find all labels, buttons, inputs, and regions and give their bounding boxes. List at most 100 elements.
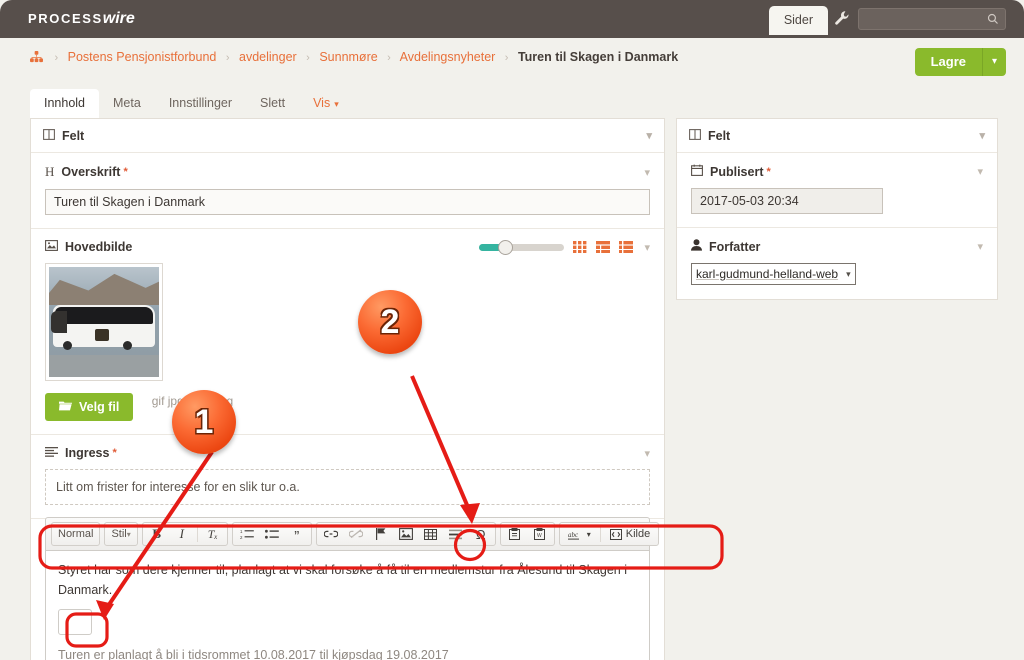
breadcrumb-item-0[interactable]: Postens Pensjonistforbund [68, 50, 217, 64]
field-overskrift: H Overskrift * ▾ [31, 153, 664, 229]
style-dropdown[interactable]: Stil ▾ [104, 522, 138, 546]
source-label: Kilde [625, 528, 651, 540]
overskrift-input[interactable] [45, 189, 650, 215]
breadcrumb-separator: › [225, 52, 230, 64]
publisert-input[interactable] [691, 188, 883, 214]
tab-slett[interactable]: Slett [246, 89, 299, 118]
chevron-down-icon[interactable]: ▾ [644, 241, 650, 254]
masthead: PROCESSwire Sider [0, 0, 1024, 38]
logo-text-process: PROCESS [28, 11, 103, 26]
list-left-view-icon[interactable] [596, 241, 611, 253]
image-icon [45, 240, 58, 254]
field-forfatter-label: Forfatter [709, 239, 761, 254]
right-panel-title: Felt [708, 128, 731, 143]
style-dropdown-label: Stil [111, 528, 127, 540]
chevron-down-icon[interactable]: ▾ [982, 48, 1006, 76]
left-panel-title: Felt [62, 128, 85, 143]
bulleted-list-icon[interactable] [260, 523, 284, 545]
hovedbilde-thumbnail[interactable] [45, 263, 163, 381]
annotation-badge-2: 2 [358, 290, 422, 354]
thumbnail-bus-wheel [63, 341, 72, 350]
editor-toolbar: Normal Stil ▾ B I Tₓ 1 2 ” Ω W abc ▾ Kil… [45, 517, 660, 551]
chevron-down-icon[interactable]: ▾ [644, 447, 650, 460]
breadcrumb-item-3[interactable]: Avdelingsnyheter [400, 50, 496, 64]
chevron-down-icon: ▾ [334, 99, 339, 109]
chevron-down-icon[interactable]: ▾ [644, 166, 650, 179]
table-icon[interactable] [419, 523, 443, 545]
wrench-icon[interactable] [834, 10, 856, 30]
top-tab-sider[interactable]: Sider [768, 6, 828, 35]
field-ingress: Ingress * ▾ Litt om frister for interess… [31, 435, 664, 519]
editor-content-area[interactable]: Styret har som dere kjenner til, planlag… [45, 551, 650, 660]
field-publisert: Publisert * ▾ [677, 153, 997, 228]
select-file-label: Velg fil [79, 400, 120, 414]
tab-vis[interactable]: Vis ▾ [299, 89, 353, 118]
align-left-icon [45, 446, 58, 460]
save-button[interactable]: Lagre [914, 48, 982, 76]
folder-open-icon [59, 400, 72, 414]
select-file-button[interactable]: Velg fil [45, 393, 134, 421]
breadcrumb-item-1[interactable]: avdelinger [239, 50, 297, 64]
tab-innhold[interactable]: Innhold [30, 89, 100, 118]
link-icon[interactable] [319, 523, 343, 545]
format-dropdown[interactable]: Normal [51, 522, 101, 546]
editor-trailing-paragraph: Turen er planlagt å bli i tidsrommet 10.… [58, 647, 449, 660]
italic-icon[interactable]: I [170, 523, 194, 545]
processwire-logo[interactable]: PROCESSwire [28, 10, 135, 28]
horizontal-rule-icon[interactable] [444, 523, 468, 545]
forfatter-select[interactable]: karl-gudmund-helland-web ▾ [691, 263, 856, 285]
right-panel-header[interactable]: Felt ▾ [677, 119, 997, 153]
search-input[interactable] [859, 9, 977, 29]
thumbnail-bus-front [51, 311, 67, 333]
field-forfatter-label-row: Forfatter ▾ [691, 239, 983, 254]
svg-text:1: 1 [240, 529, 243, 534]
thumbnail-hill [49, 273, 159, 305]
heading-icon: H [45, 164, 55, 179]
sitemap-icon[interactable] [30, 51, 43, 66]
breadcrumb-item-2[interactable]: Sunnmøre [319, 50, 377, 64]
chevron-down-icon[interactable]: ▾ [646, 129, 652, 142]
source-button[interactable]: Kilde [604, 523, 656, 545]
chevron-down-icon[interactable]: ▾ [977, 240, 983, 253]
paste-word-icon[interactable]: W [528, 523, 552, 545]
rich-text-editor: Normal Stil ▾ B I Tₓ 1 2 ” Ω W abc ▾ Kil… [45, 517, 660, 660]
thumbnail-ground [49, 355, 159, 377]
ingress-textarea[interactable]: Litt om frister for interesse for en sli… [45, 469, 650, 505]
tab-vis-label: Vis [313, 96, 331, 110]
grid-view-icon[interactable] [573, 241, 587, 253]
required-marker: * [123, 166, 128, 178]
chevron-down-icon: ▾ [126, 529, 131, 539]
field-hovedbilde-label-row: Hovedbilde ▾ [45, 239, 650, 255]
blockquote-icon[interactable]: ” [285, 523, 309, 545]
calendar-icon [691, 164, 703, 179]
breadcrumb-separator: › [306, 52, 310, 64]
tab-meta[interactable]: Meta [99, 89, 155, 118]
search-icon [987, 12, 999, 30]
list-group: 1 2 ” [231, 522, 312, 546]
list-view-icon[interactable] [619, 241, 634, 253]
numbered-list-icon[interactable]: 1 2 [235, 523, 259, 545]
paste-text-icon[interactable] [503, 523, 527, 545]
breadcrumb-separator: › [387, 52, 391, 64]
global-search[interactable] [858, 8, 1006, 30]
field-hovedbilde: Hovedbilde ▾ Velg fil gif jpg [31, 229, 664, 435]
required-marker: * [112, 447, 117, 459]
bold-icon[interactable]: B [145, 523, 169, 545]
remove-format-icon[interactable]: Tₓ [201, 523, 225, 545]
field-ingress-label-row: Ingress * ▾ [45, 446, 650, 460]
tab-innstillinger[interactable]: Innstillinger [155, 89, 246, 118]
editor-empty-placeholder-box[interactable] [58, 608, 92, 635]
left-panel-header[interactable]: Felt ▾ [31, 119, 664, 153]
chevron-down-icon[interactable]: ▾ [977, 165, 983, 178]
chevron-down-icon: ▾ [846, 268, 851, 279]
spellcheck-icon[interactable]: abc ▾ [562, 523, 597, 545]
special-char-icon[interactable]: Ω [469, 523, 493, 545]
svg-text:abc: abc [568, 531, 579, 539]
editor-paragraph: Styret har som dere kjenner til, planlag… [58, 563, 628, 598]
slider-knob[interactable] [498, 239, 514, 255]
chevron-down-icon[interactable]: ▾ [979, 129, 985, 142]
image-icon[interactable] [394, 523, 418, 545]
anchor-icon[interactable] [369, 523, 393, 545]
save-button-group: Lagre ▾ [914, 48, 1006, 76]
thumbnail-size-slider[interactable] [479, 239, 565, 255]
